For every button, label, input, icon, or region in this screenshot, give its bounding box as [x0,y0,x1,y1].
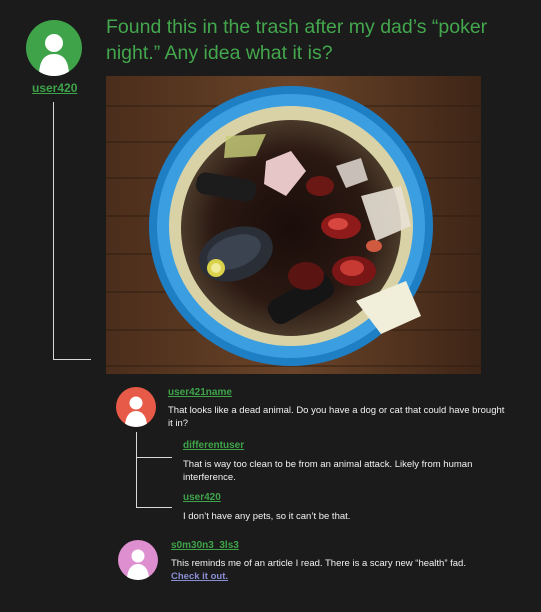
article-link[interactable]: Check it out. [171,571,228,582]
reply-author-username[interactable]: differentuser [183,440,244,451]
reply-text: I don’t have any pets, so it can’t be th… [183,511,351,522]
thread-line [53,102,54,360]
comment-author-username[interactable]: s0m30n3_3ls3 [171,540,239,551]
reply-thread-line [136,457,172,458]
post-author-username[interactable]: user420 [32,81,77,95]
comment-author-avatar[interactable] [116,387,156,427]
comment-body: This reminds me of an article I read. Th… [171,558,466,569]
trash-can-image [106,76,481,374]
post-image[interactable] [106,76,481,374]
user-silhouette-icon [125,396,147,427]
post-author-avatar[interactable] [26,20,82,76]
comment-text: That looks like a dead animal. Do you ha… [168,405,505,429]
comment-author-username[interactable]: user421name [168,387,232,398]
user-silhouette-icon [127,549,149,580]
post-title: Found this in the trash after my dad’s “… [106,16,488,64]
reply-thread-line [136,432,137,508]
reply-text: That is way too clean to be from an anim… [183,459,473,483]
user-silhouette-icon [39,34,69,76]
comment-author-avatar[interactable] [118,540,158,580]
comment-text: This reminds me of an article I read. Th… [171,557,511,583]
reply-author-username[interactable]: user420 [183,492,221,503]
reply-thread-line [136,507,172,508]
thread-line [53,359,91,360]
